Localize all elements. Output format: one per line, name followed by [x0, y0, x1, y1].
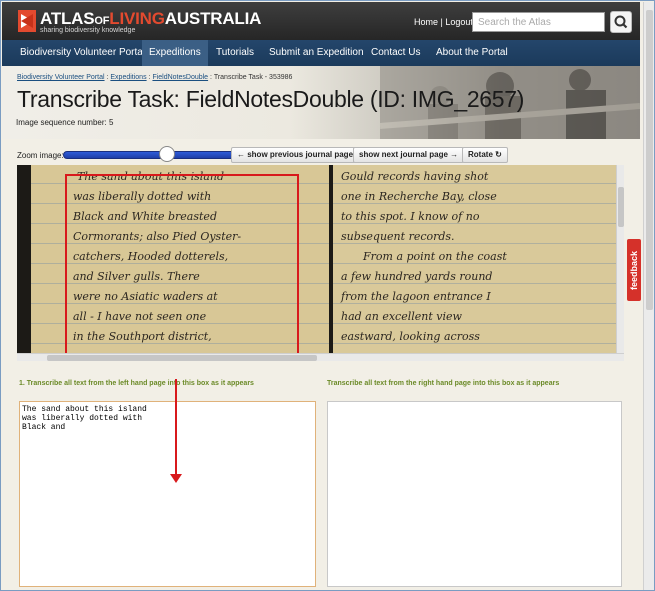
rotate-label: Rotate: [468, 150, 493, 159]
journal-right-line: had an excellent view: [341, 310, 462, 323]
breadcrumb-fieldnotesdouble[interactable]: FieldNotesDouble: [152, 74, 208, 81]
viewer-horizontal-scroll-thumb[interactable]: [47, 355, 317, 361]
annotation-arrow-head: [170, 474, 182, 483]
logout-link[interactable]: Logout: [445, 17, 473, 27]
right-page-transcription[interactable]: [327, 401, 622, 587]
annotation-arrow-line: [175, 379, 177, 477]
feedback-tab[interactable]: feedback: [627, 239, 641, 301]
highlight-box: [65, 174, 299, 355]
nav-about-portal[interactable]: About the Portal: [429, 40, 515, 66]
browser-window: ATLASOFLIVINGAUSTRALIA sharing biodivers…: [0, 0, 655, 591]
journal-image-viewer[interactable]: The sand about this island was liberally…: [17, 165, 624, 355]
journal-right-page: Gould records having shot one in Recherc…: [333, 165, 624, 355]
page-title: Transcribe Task: FieldNotesDouble (ID: I…: [17, 86, 525, 112]
journal-right-line: to this spot. I know of no: [341, 210, 480, 223]
top-bar: ATLASOFLIVINGAUSTRALIA sharing biodivers…: [2, 2, 640, 40]
journal-right-line: from the lagoon entrance I: [341, 290, 491, 303]
search-icon: [614, 15, 628, 29]
journal-right-line: Gould records having shot: [341, 170, 489, 183]
image-sequence-number: Image sequence number: 5: [16, 118, 114, 127]
account-links: Home | Logout: [414, 17, 473, 27]
rotate-icon: ↻: [495, 150, 502, 159]
page-header: Biodiversity Volunteer Portal : Expediti…: [2, 66, 640, 139]
viewer-vertical-scroll-thumb[interactable]: [618, 187, 624, 227]
nav-expeditions[interactable]: Expeditions: [142, 40, 208, 66]
journal-right-line: subsequent records.: [341, 230, 455, 243]
breadcrumb: Biodiversity Volunteer Portal : Expediti…: [17, 74, 292, 81]
zoom-slider-handle[interactable]: [159, 146, 175, 162]
window-scroll-thumb[interactable]: [646, 10, 653, 310]
ala-logo-icon: [18, 10, 36, 32]
journal-right-line: a few hundred yards round: [341, 270, 493, 283]
nav-submit-expedition[interactable]: Submit an Expedition: [262, 40, 371, 66]
nav-tutorials[interactable]: Tutorials: [209, 40, 261, 66]
nav-biodiversity-volunteer-portal[interactable]: Biodiversity Volunteer Portal: [13, 40, 152, 66]
main-nav: Biodiversity Volunteer Portal Expedition…: [2, 40, 640, 66]
home-link[interactable]: Home: [414, 17, 438, 27]
left-page-label: 1. Transcribe all text from the left han…: [19, 380, 254, 387]
rotate-button[interactable]: Rotate ↻: [462, 147, 508, 163]
journal-right-line: From a point on the coast: [363, 250, 507, 263]
window-scrollbar[interactable]: [643, 2, 654, 590]
search-button[interactable]: [610, 11, 632, 33]
viewer-horizontal-scrollbar[interactable]: [17, 353, 624, 361]
search-input[interactable]: [472, 12, 605, 32]
viewer-vertical-scrollbar[interactable]: [616, 165, 624, 355]
show-previous-page-button[interactable]: ← show previous journal page: [231, 147, 360, 163]
brand-tagline: sharing biodiversity knowledge: [40, 27, 136, 34]
left-page-transcription[interactable]: [19, 401, 316, 587]
breadcrumb-current: Transcribe Task - 353986: [213, 74, 293, 81]
zoom-label: Zoom image:: [17, 151, 64, 160]
show-next-page-button[interactable]: show next journal page →: [353, 147, 465, 163]
zoom-slider-track[interactable]: [63, 151, 251, 159]
breadcrumb-expeditions[interactable]: Expeditions: [110, 74, 146, 81]
nav-contact-us[interactable]: Contact Us: [364, 40, 427, 66]
right-page-label: Transcribe all text from the right hand …: [327, 380, 560, 387]
journal-right-line: one in Recherche Bay, close: [341, 190, 497, 203]
journal-right-line: eastward, looking across: [341, 330, 480, 343]
breadcrumb-portal[interactable]: Biodiversity Volunteer Portal: [17, 74, 105, 81]
